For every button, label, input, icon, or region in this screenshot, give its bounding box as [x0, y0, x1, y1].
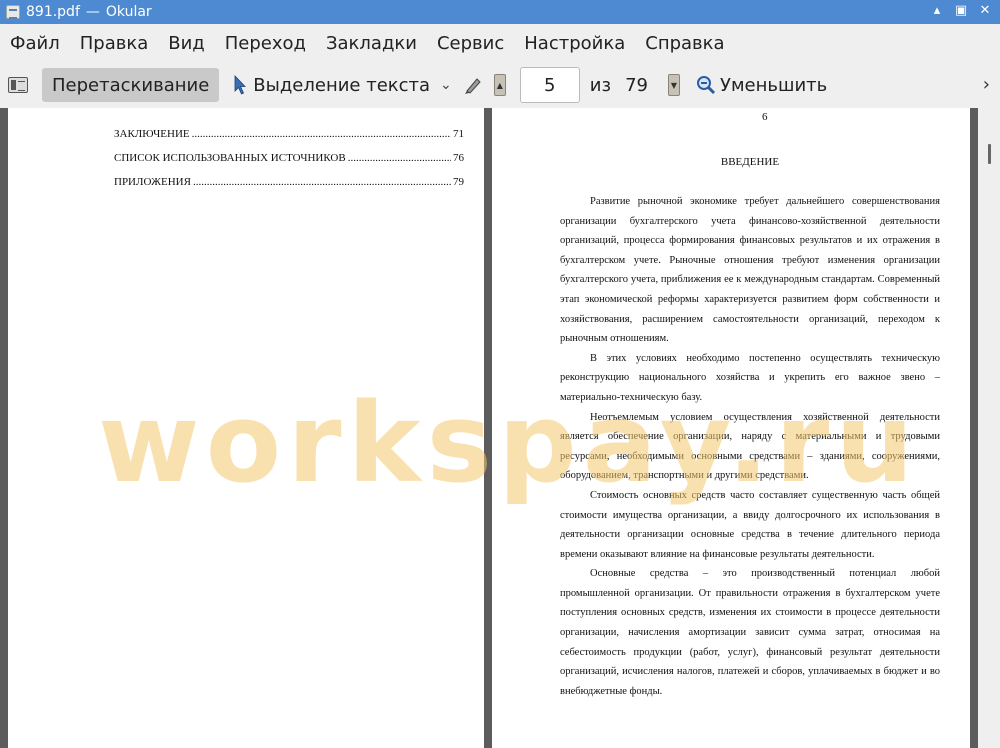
- toc-title: СПИСОК ИСПОЛЬЗОВАННЫХ ИСТОЧНИКОВ: [114, 152, 346, 164]
- minimize-button[interactable]: ▴: [930, 3, 944, 18]
- zoom-out-button[interactable]: Уменьшить: [696, 75, 827, 96]
- menu-bar: Файл Правка Вид Переход Закладки Сервис …: [0, 24, 1000, 62]
- section-heading: ВВЕДЕНИЕ: [720, 156, 780, 168]
- toc-leader-dots: [192, 128, 451, 140]
- main-toolbar: Перетаскивание Выделение текста ⌄ ▲ из 7…: [0, 62, 1000, 108]
- toc-row: ЗАКЛЮЧЕНИЕ 71: [114, 128, 464, 152]
- menu-file[interactable]: Файл: [10, 33, 60, 54]
- next-page-button[interactable]: ▼: [667, 74, 680, 96]
- zoom-out-label: Уменьшить: [719, 74, 828, 96]
- table-of-contents: ЗАКЛЮЧЕНИЕ 71 СПИСОК ИСПОЛЬЗОВАННЫХ ИСТО…: [114, 128, 464, 200]
- pdf-page-right: 6 ВВЕДЕНИЕ Развитие рыночной экономике т…: [492, 108, 970, 748]
- menu-settings[interactable]: Настройка: [524, 33, 625, 54]
- menu-view[interactable]: Вид: [168, 33, 205, 54]
- page-number-input[interactable]: [519, 67, 580, 103]
- toc-page: 71: [453, 128, 464, 140]
- paragraph: В этих условиях необходимо постепенно ос…: [560, 352, 940, 403]
- annotation-pen-icon[interactable]: [462, 74, 484, 96]
- menu-bookmarks[interactable]: Закладки: [326, 33, 417, 54]
- scrollbar-thumb[interactable]: [988, 144, 991, 164]
- vertical-scrollbar[interactable]: [978, 108, 1000, 748]
- toc-title: ЗАКЛЮЧЕНИЕ: [114, 128, 190, 140]
- toolbar-overflow-button[interactable]: ›: [983, 74, 990, 95]
- text-selection-tool-button[interactable]: Выделение текста: [233, 75, 430, 96]
- toc-row: ПРИЛОЖЕНИЯ 79: [114, 176, 464, 200]
- menu-help[interactable]: Справка: [645, 33, 724, 54]
- title-bar: 891.pdf — Okular ▴ ▣ ✕: [0, 0, 1000, 24]
- menu-tools[interactable]: Сервис: [437, 33, 504, 54]
- browse-tool-button[interactable]: Перетаскивание: [42, 68, 220, 102]
- menu-go[interactable]: Переход: [225, 33, 306, 54]
- window-title-separator: —: [85, 4, 100, 20]
- toc-leader-dots: [193, 176, 451, 188]
- text-selection-label: Выделение текста: [253, 74, 431, 96]
- menu-edit[interactable]: Правка: [80, 33, 149, 54]
- paragraph: Развитие рыночной экономике требует даль…: [560, 196, 940, 345]
- chevron-down-icon[interactable]: ⌄: [440, 77, 452, 93]
- page-number: 6: [762, 111, 768, 123]
- cursor-arrow-icon: [233, 75, 247, 95]
- page-body: Развитие рыночной экономике требует даль…: [560, 192, 940, 701]
- paragraph: Неотъемлемым условием осуществления хозя…: [560, 411, 940, 482]
- toc-leader-dots: [348, 152, 451, 164]
- toc-row: СПИСОК ИСПОЛЬЗОВАННЫХ ИСТОЧНИКОВ 76: [114, 152, 464, 176]
- paragraph: Основные средства – это производственный…: [560, 568, 940, 697]
- restore-button[interactable]: ▣: [954, 3, 968, 18]
- previous-page-button[interactable]: ▲: [493, 74, 506, 96]
- sidebar-toggle-icon[interactable]: [8, 77, 28, 93]
- page-of-label: из: [589, 74, 612, 96]
- document-view[interactable]: ЗАКЛЮЧЕНИЕ 71 СПИСОК ИСПОЛЬЗОВАННЫХ ИСТО…: [0, 108, 1000, 748]
- toc-page: 76: [453, 152, 464, 164]
- zoom-out-icon: [696, 75, 716, 95]
- window-title-app: Okular: [105, 4, 152, 20]
- pdf-page-left: ЗАКЛЮЧЕНИЕ 71 СПИСОК ИСПОЛЬЗОВАННЫХ ИСТО…: [8, 108, 484, 748]
- paragraph: Стоимость основных средств часто составл…: [560, 489, 940, 560]
- toc-page: 79: [453, 176, 464, 188]
- okular-app-icon: [6, 5, 20, 19]
- page-total-label: 79: [625, 74, 648, 96]
- window-title-file: 891.pdf: [26, 4, 80, 20]
- close-button[interactable]: ✕: [978, 3, 992, 18]
- toc-title: ПРИЛОЖЕНИЯ: [114, 176, 191, 188]
